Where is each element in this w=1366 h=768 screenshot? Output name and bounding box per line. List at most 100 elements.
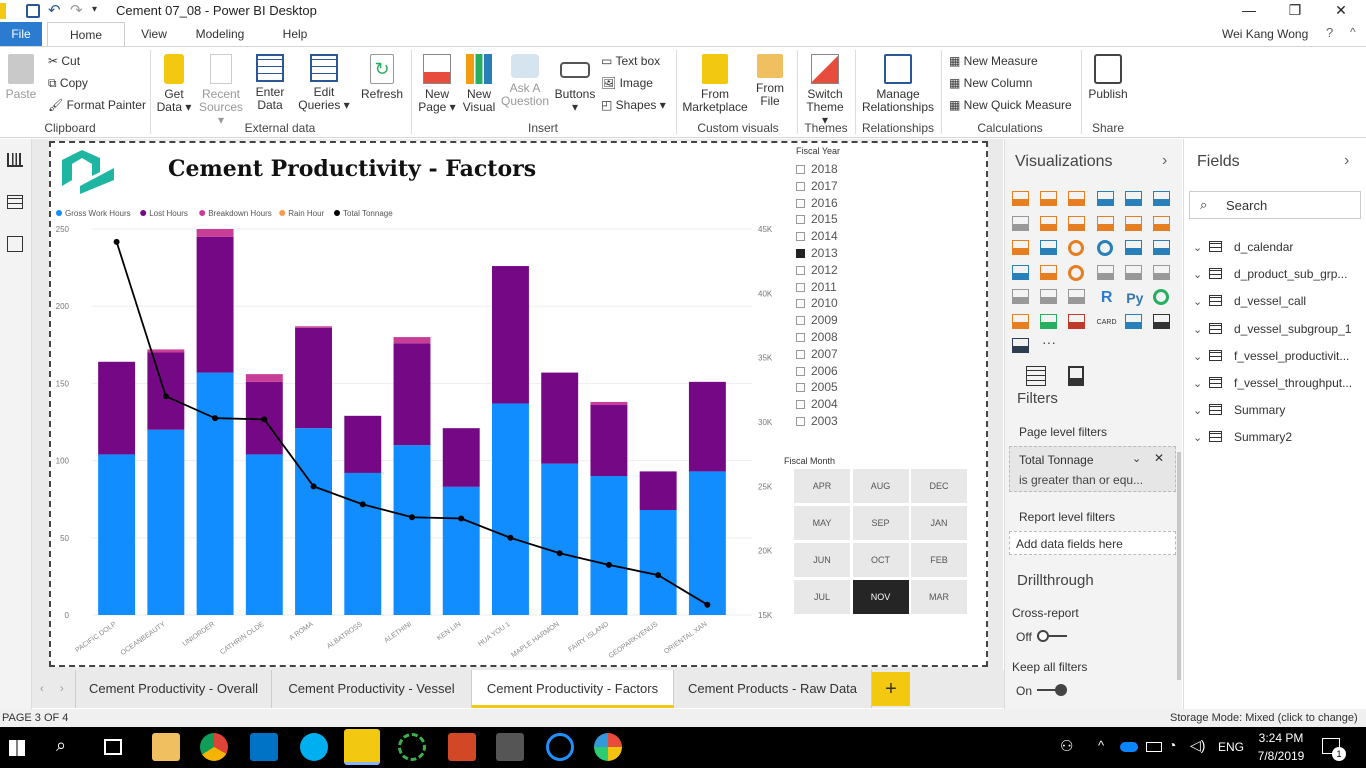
chrome-icon[interactable] [200, 733, 228, 761]
undo-icon[interactable]: ↶ [48, 1, 61, 19]
100-column-icon[interactable] [1153, 191, 1170, 206]
expand-chevron-icon[interactable]: ⌄ [1193, 348, 1207, 366]
skype-icon[interactable] [300, 733, 328, 761]
new-page-button[interactable]: New Page ▾ [417, 54, 457, 114]
checkbox-icon[interactable] [796, 349, 805, 359]
chevron-down-icon[interactable]: ⌄ [1132, 452, 1141, 465]
more-visuals-icon[interactable]: ··· [1042, 334, 1056, 350]
month-option[interactable]: DEC [911, 469, 967, 503]
fields-search-input[interactable]: ⌕ Search [1189, 191, 1361, 219]
checkbox-icon[interactable] [796, 417, 805, 426]
field-table-item[interactable]: ⌄ f_vessel_productivit... [1193, 347, 1349, 365]
stacked-column-icon[interactable] [1040, 191, 1058, 206]
year-option[interactable]: 2018 [796, 161, 838, 177]
tab-file[interactable]: File [0, 22, 42, 46]
volume-icon[interactable]: ◁) [1190, 737, 1205, 754]
scatter-icon[interactable] [1040, 240, 1058, 255]
python-visual-icon[interactable]: Py [1125, 289, 1145, 307]
buttons-button[interactable]: Buttons ▾ [553, 54, 597, 114]
donut-icon[interactable] [1096, 240, 1113, 256]
field-table-item[interactable]: ⌄ d_calendar [1193, 238, 1293, 256]
checkbox-icon[interactable] [796, 265, 805, 275]
checkbox-icon[interactable] [796, 299, 805, 309]
tab-help[interactable]: Help [272, 22, 318, 46]
r-visual-icon[interactable]: R [1097, 289, 1117, 307]
maximize-button[interactable]: ❐ [1272, 0, 1318, 22]
number-card-icon[interactable] [1012, 338, 1029, 353]
sort-icon[interactable] [1068, 313, 1086, 329]
format-painter-button[interactable]: 🖌 Format Painter [48, 98, 146, 112]
line-chart-icon[interactable] [1012, 215, 1029, 231]
month-option[interactable]: APR [794, 469, 850, 503]
field-table-item[interactable]: ⌄ d_vessel_call [1193, 292, 1306, 310]
stacked-bar-line-chart[interactable]: Gross Work Hours Lost Hours Breakdown Hour… [52, 200, 782, 660]
expand-chevron-icon[interactable]: ⌄ [1193, 375, 1207, 393]
checkbox-icon[interactable] [796, 333, 805, 342]
matrix-icon[interactable] [1068, 289, 1086, 304]
cross-report-toggle[interactable] [1037, 630, 1067, 642]
data-view-icon[interactable] [7, 195, 23, 209]
clock-time[interactable]: 3:24 PM [1256, 731, 1306, 745]
recent-sources-button[interactable]: Recent Sources ▾ [197, 54, 245, 127]
grammarly-icon[interactable] [496, 733, 524, 761]
copy-button[interactable]: ⧉ Copy [48, 76, 88, 90]
keep-all-filters-toggle[interactable] [1037, 684, 1067, 696]
line-area-icon[interactable] [1040, 313, 1058, 329]
line-column-icon[interactable] [1096, 215, 1114, 231]
month-option[interactable]: SEP [852, 506, 909, 540]
new-quick-measure-button[interactable]: ▦ New Quick Measure [949, 98, 1072, 112]
slicer-icon[interactable] [1153, 264, 1170, 280]
line-clustered-icon[interactable] [1124, 215, 1142, 231]
model-view-icon[interactable] [7, 236, 23, 252]
paint-icon[interactable] [594, 733, 622, 761]
checkbox-icon[interactable] [796, 316, 805, 326]
checkbox-icon[interactable] [796, 383, 805, 393]
from-marketplace-button[interactable]: From Marketplace [682, 54, 748, 114]
month-option[interactable]: MAY [794, 506, 850, 540]
shapes-button[interactable]: ◰ Shapes ▾ [601, 98, 666, 112]
checkbox-icon[interactable] [796, 232, 805, 242]
tab-view[interactable]: View [130, 22, 178, 46]
expand-chevron-icon[interactable]: ⌄ [1193, 402, 1207, 420]
show-hidden-icons[interactable]: ^ [1098, 738, 1104, 753]
treemap-icon[interactable] [1124, 240, 1142, 255]
expand-chevron-icon[interactable]: ⌄ [1193, 321, 1207, 339]
storage-mode[interactable]: Storage Mode: Mixed (click to change) [1170, 712, 1358, 724]
checkbox-icon[interactable] [796, 282, 805, 292]
redo-icon[interactable]: ↷ [70, 1, 83, 19]
map-icon[interactable] [1153, 240, 1170, 255]
expand-chevron-icon[interactable]: ⌄ [1193, 429, 1207, 447]
waterfall-icon[interactable] [1012, 240, 1029, 255]
new-column-button[interactable]: ▦ New Column [949, 76, 1032, 90]
battery-icon[interactable] [1146, 742, 1162, 752]
collapse-fields-icon[interactable]: › [1344, 152, 1349, 170]
year-option[interactable]: 2009 [796, 312, 838, 328]
month-option[interactable]: AUG [852, 469, 909, 503]
month-option[interactable]: NOV [852, 580, 909, 614]
checkbox-icon[interactable] [796, 400, 805, 410]
field-table-item[interactable]: ⌄ f_vessel_throughput... [1193, 374, 1352, 392]
year-option[interactable]: 2008 [796, 329, 838, 345]
filter-card-total-tonnage[interactable]: Total Tonnage is greater than or equ... … [1009, 446, 1176, 492]
month-option[interactable]: OCT [852, 543, 909, 577]
field-table-item[interactable]: ⌄ Summary [1193, 401, 1285, 419]
pane-scrollbar[interactable] [1177, 452, 1181, 680]
task-view-icon[interactable] [104, 739, 122, 755]
stacked-bar-icon[interactable] [1012, 191, 1029, 206]
checkbox-icon[interactable] [796, 366, 805, 376]
wifi-icon[interactable]: ◔ [1168, 737, 1176, 753]
field-table-item[interactable]: ⌄ d_vessel_subgroup_1 [1193, 320, 1351, 338]
scroll-right-icon[interactable]: › [60, 683, 64, 695]
list-icon[interactable] [1012, 313, 1029, 329]
year-option[interactable]: 2004 [796, 396, 838, 412]
filled-map-icon[interactable] [1012, 264, 1029, 280]
slicer-filter-icon[interactable] [1012, 289, 1029, 304]
tab-modeling[interactable]: Modeling [186, 22, 254, 46]
year-option[interactable]: 2010 [796, 295, 838, 311]
from-file-button[interactable]: From File [752, 54, 788, 108]
collapse-visualizations-icon[interactable]: › [1162, 152, 1167, 170]
manage-relationships-button[interactable]: Manage Relationships [860, 54, 936, 114]
fields-well-icon[interactable] [1026, 366, 1046, 386]
new-measure-button[interactable]: ▦ New Measure [949, 54, 1038, 68]
year-option[interactable]: 2005 [796, 379, 838, 395]
